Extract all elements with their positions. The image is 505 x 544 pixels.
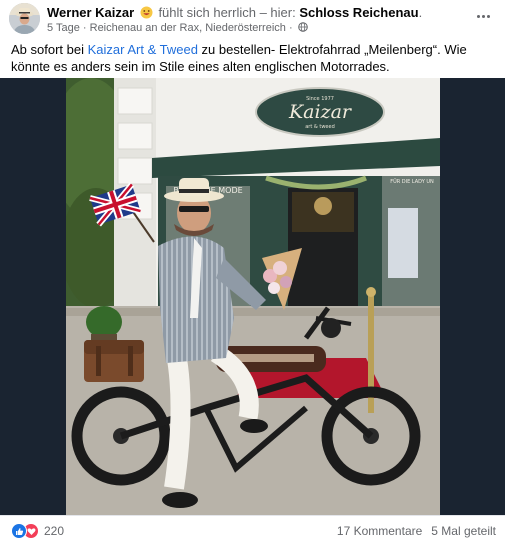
facebook-post: Werner Kaizar fühlt sich herrlich – hier…: [0, 0, 505, 544]
post-text: Ab sofort bei Kaizar Art & Tweed zu best…: [11, 41, 496, 75]
post-meta: 5 Tage · Reichenau an der Rax, Niederöst…: [47, 22, 308, 34]
post-footer: 220 17 Kommentare 5 Mal geteilt: [0, 515, 505, 544]
avatar-image: [9, 3, 40, 34]
reaction-summary[interactable]: 220: [11, 523, 64, 539]
post-text-start: Ab sofort bei: [11, 42, 88, 57]
shop-sign-sub: art & tweed: [305, 124, 335, 130]
grinning-emoji-icon: [140, 6, 153, 19]
post-timestamp[interactable]: 5 Tage: [47, 22, 80, 34]
reaction-count: 220: [44, 524, 65, 538]
shop-sign: Kaizar: [288, 101, 353, 123]
avatar[interactable]: [9, 3, 40, 34]
location-suffix: .: [418, 5, 423, 20]
location-link[interactable]: Schloss Reichenau: [299, 5, 418, 20]
post-title-line: Werner Kaizar fühlt sich herrlich – hier…: [47, 5, 422, 20]
more-options-icon[interactable]: [473, 8, 493, 24]
engagement-counts: 17 Kommentare 5 Mal geteilt: [337, 524, 496, 538]
photo-frame[interactable]: Since 1977 Kaizar art & tweed BRITISCHE …: [0, 78, 505, 515]
meta-separator: ·: [82, 22, 87, 34]
window-right-text: FÜR DIE LADY UN: [390, 178, 434, 185]
author-name[interactable]: Werner Kaizar: [47, 5, 134, 20]
like-reaction-icon: [11, 523, 27, 539]
shares-count[interactable]: 5 Mal geteilt: [431, 524, 496, 538]
comments-count[interactable]: 17 Kommentare: [337, 524, 422, 538]
page-mention-link[interactable]: Kaizar Art & Tweed: [88, 42, 198, 57]
feeling-text: fühlt sich herrlich – hier:: [158, 5, 296, 20]
globe-icon: [297, 22, 308, 32]
post-header: Werner Kaizar fühlt sich herrlich – hier…: [9, 3, 499, 37]
post-photo[interactable]: Since 1977 Kaizar art & tweed BRITISCHE …: [66, 78, 440, 515]
meta-separator-2: ·: [288, 22, 293, 34]
photo-illustration: Since 1977 Kaizar art & tweed BRITISCHE …: [66, 78, 440, 515]
place-detail[interactable]: Reichenau an der Rax, Niederösterreich: [90, 22, 286, 34]
